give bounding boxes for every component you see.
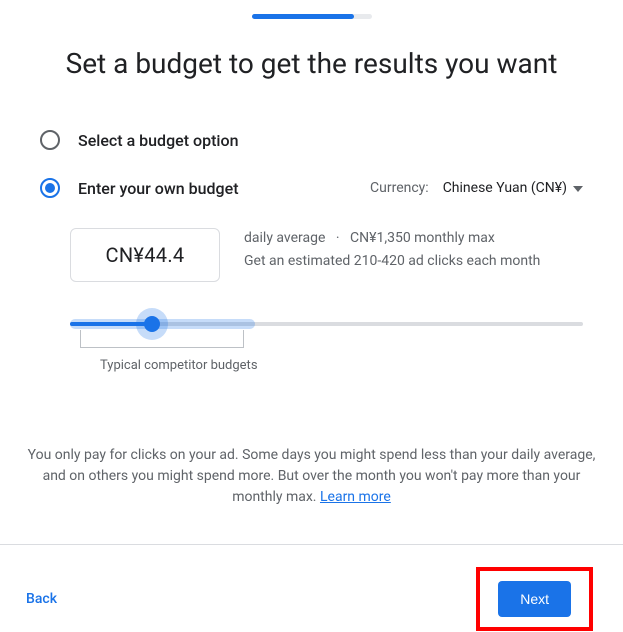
clicks-estimate: Get an estimated 210-420 ad clicks each … — [244, 251, 540, 272]
typical-range-label: Typical competitor budgets — [100, 358, 583, 373]
next-button[interactable]: Next — [498, 581, 571, 617]
radio-option-enter-own[interactable]: Enter your own budget Currency: Chinese … — [40, 178, 583, 198]
separator: · — [336, 230, 340, 246]
radio-label: Select a budget option — [78, 131, 238, 150]
budget-amount-input[interactable]: CN¥44.4 — [70, 228, 220, 282]
currency-selector[interactable]: Currency: Chinese Yuan (CN¥) — [370, 180, 583, 196]
chevron-down-icon — [573, 180, 583, 196]
next-button-highlight: Next — [476, 567, 593, 631]
learn-more-link[interactable]: Learn more — [320, 489, 391, 505]
slider-thumb[interactable] — [144, 316, 160, 332]
radio-option-select-budget[interactable]: Select a budget option — [40, 130, 583, 150]
currency-label: Currency: — [370, 180, 429, 196]
radio-label: Enter your own budget — [78, 179, 239, 198]
disclaimer-text: You only pay for clicks on your ad. Some… — [24, 445, 599, 508]
budget-estimate: daily average · CN¥1,350 monthly max Get… — [244, 228, 540, 272]
page-title: Set a budget to get the results you want — [20, 47, 603, 80]
radio-selected-icon — [40, 178, 60, 198]
budget-slider[interactable]: Typical competitor budgets — [70, 306, 583, 373]
currency-value: Chinese Yuan (CN¥) — [443, 180, 567, 196]
progress-bar — [0, 0, 623, 19]
back-button[interactable]: Back — [16, 585, 67, 613]
daily-average-label: daily average — [244, 230, 325, 246]
radio-unselected-icon — [40, 130, 60, 150]
monthly-max: CN¥1,350 monthly max — [350, 230, 495, 246]
